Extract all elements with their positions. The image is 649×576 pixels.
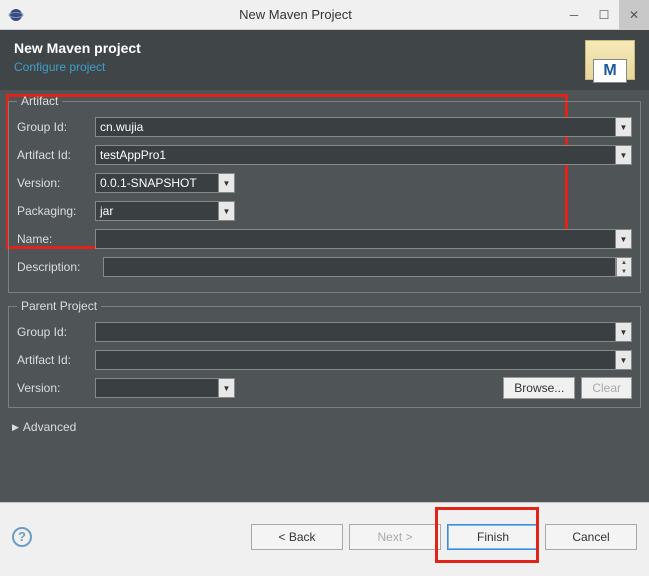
cancel-button[interactable]: Cancel bbox=[545, 524, 637, 550]
finish-button[interactable]: Finish bbox=[447, 524, 539, 550]
eclipse-icon bbox=[8, 7, 24, 23]
close-button[interactable]: ✕ bbox=[619, 0, 649, 30]
description-field[interactable] bbox=[103, 257, 616, 277]
triangle-right-icon: ▶ bbox=[12, 422, 19, 433]
parent-legend: Parent Project bbox=[17, 299, 101, 313]
minimize-button[interactable]: ─ bbox=[559, 0, 589, 30]
dialog-title: New Maven project bbox=[14, 40, 141, 56]
chevron-down-icon[interactable]: ▼ bbox=[218, 202, 234, 220]
dialog-subtitle: Configure project bbox=[14, 60, 141, 74]
parent-version-combo[interactable]: ▼ bbox=[95, 378, 235, 398]
chevron-down-icon[interactable]: ▼ bbox=[615, 230, 631, 248]
groupid-combo[interactable]: cn.wujia ▼ bbox=[95, 117, 632, 137]
chevron-down-icon[interactable]: ▼ bbox=[218, 379, 234, 397]
back-button[interactable]: < Back bbox=[251, 524, 343, 550]
parent-artifactid-label: Artifact Id: bbox=[17, 353, 95, 367]
parent-version-value bbox=[96, 379, 218, 397]
maximize-button[interactable]: ☐ bbox=[589, 0, 619, 30]
dialog-footer: ? < Back Next > Finish Cancel bbox=[0, 502, 649, 570]
window-controls: ─ ☐ ✕ bbox=[559, 0, 649, 30]
name-combo[interactable]: ▼ bbox=[95, 229, 632, 249]
titlebar: New Maven Project ─ ☐ ✕ bbox=[0, 0, 649, 30]
artifactid-value: testAppPro1 bbox=[96, 146, 615, 164]
dialog-body: Artifact Group Id: cn.wujia ▼ Artifact I… bbox=[0, 90, 649, 502]
browse-button[interactable]: Browse... bbox=[503, 377, 575, 399]
advanced-toggle[interactable]: ▶ Advanced bbox=[8, 414, 641, 440]
parent-groupid-combo[interactable]: ▼ bbox=[95, 322, 632, 342]
description-scroll[interactable]: ▲▼ bbox=[616, 257, 632, 277]
chevron-down-icon[interactable]: ▼ bbox=[615, 351, 631, 369]
dialog-header: New Maven project Configure project M bbox=[0, 30, 649, 90]
parent-project-group: Parent Project Group Id: ▼ Artifact Id: … bbox=[8, 299, 641, 408]
groupid-value: cn.wujia bbox=[96, 118, 615, 136]
groupid-label: Group Id: bbox=[17, 120, 95, 134]
chevron-down-icon[interactable]: ▼ bbox=[218, 174, 234, 192]
chevron-down-icon[interactable]: ▼ bbox=[615, 323, 631, 341]
packaging-value: jar bbox=[96, 202, 218, 220]
parent-groupid-label: Group Id: bbox=[17, 325, 95, 339]
parent-groupid-value bbox=[96, 323, 615, 341]
clear-button[interactable]: Clear bbox=[581, 377, 632, 399]
packaging-combo[interactable]: jar ▼ bbox=[95, 201, 235, 221]
artifact-legend: Artifact bbox=[17, 94, 62, 108]
version-label: Version: bbox=[17, 176, 95, 190]
maven-project-icon: M bbox=[585, 40, 635, 80]
artifactid-label: Artifact Id: bbox=[17, 148, 95, 162]
description-label: Description: bbox=[17, 260, 103, 274]
parent-artifactid-value bbox=[96, 351, 615, 369]
help-icon[interactable]: ? bbox=[12, 527, 32, 547]
parent-version-label: Version: bbox=[17, 381, 95, 395]
name-label: Name: bbox=[17, 232, 95, 246]
name-value bbox=[96, 230, 615, 248]
chevron-down-icon[interactable]: ▼ bbox=[615, 118, 631, 136]
packaging-label: Packaging: bbox=[17, 204, 95, 218]
parent-artifactid-combo[interactable]: ▼ bbox=[95, 350, 632, 370]
window-title: New Maven Project bbox=[32, 7, 559, 22]
next-button[interactable]: Next > bbox=[349, 524, 441, 550]
chevron-down-icon[interactable]: ▼ bbox=[615, 146, 631, 164]
advanced-label: Advanced bbox=[23, 420, 76, 434]
artifactid-combo[interactable]: testAppPro1 ▼ bbox=[95, 145, 632, 165]
version-value: 0.0.1-SNAPSHOT bbox=[96, 174, 218, 192]
version-combo[interactable]: 0.0.1-SNAPSHOT ▼ bbox=[95, 173, 235, 193]
artifact-group: Artifact Group Id: cn.wujia ▼ Artifact I… bbox=[8, 94, 641, 293]
